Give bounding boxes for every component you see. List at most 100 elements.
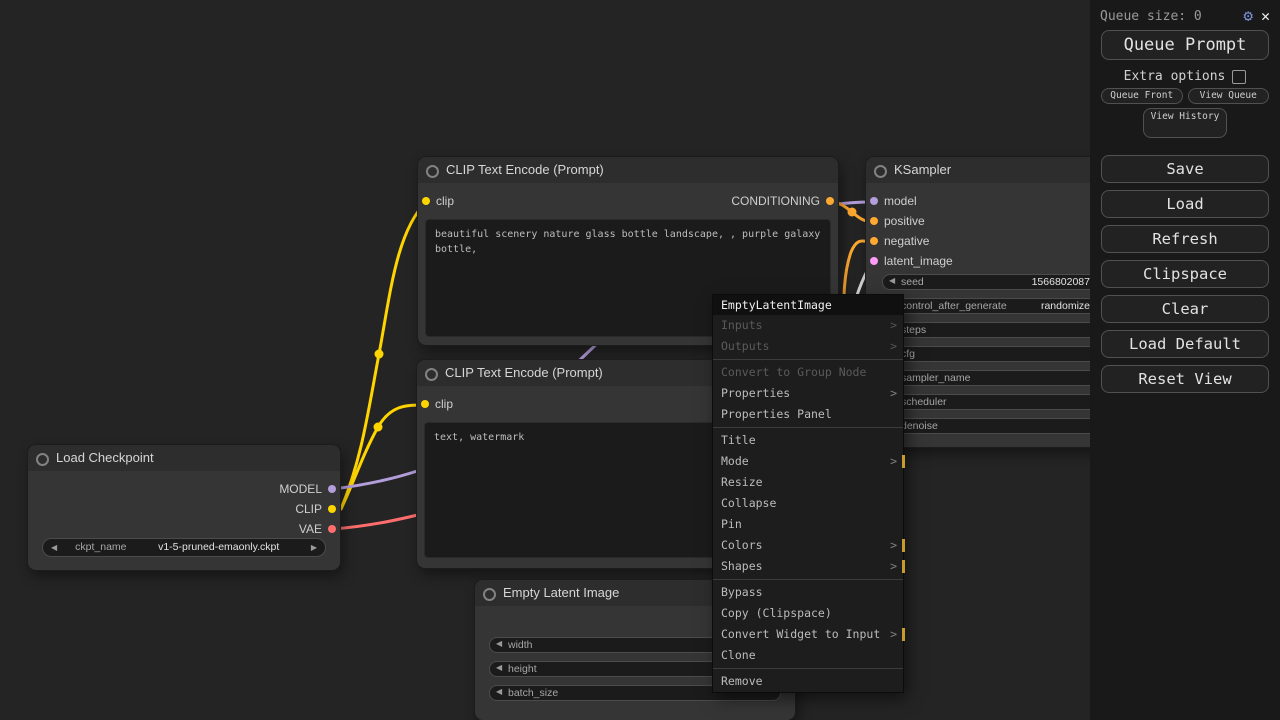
queue-buttons-row: Queue Front View Queue [1101,88,1269,104]
output-slot-conditioning[interactable]: CONDITIONING [731,193,834,209]
close-icon[interactable]: ✕ [1261,8,1270,24]
menu-separator [713,359,903,360]
queue-prompt-button[interactable]: Queue Prompt [1101,30,1269,60]
clear-button[interactable]: Clear [1101,295,1269,323]
menu-item-collapse[interactable]: Collapse [713,493,903,514]
menu-item-properties[interactable]: Properties [713,383,903,404]
sampler-name-widget[interactable]: ◀ sampler_name [882,370,1100,386]
menu-item-clone[interactable]: Clone [713,645,903,666]
output-slot-label: VAE [298,522,322,536]
menu-item-colors[interactable]: Colors [713,535,905,556]
menu-item-convert-widget-to-input[interactable]: Convert Widget to Input [713,624,905,645]
menu-item-shapes[interactable]: Shapes [713,556,905,577]
node-canvas[interactable]: CLIP Text Encode (Prompt) clip CONDITION… [0,0,1280,720]
node-title: Load Checkpoint [56,450,154,465]
menu-item-pin[interactable]: Pin [713,514,903,535]
submenu-tick-icon [902,455,905,468]
menu-item-resize[interactable]: Resize [713,472,903,493]
action-buttons: Save Load Refresh Clipspace Clear Load D… [1090,155,1280,393]
decrement-arrow-icon[interactable]: ◀ [496,687,502,696]
submenu-tick-icon [902,560,905,573]
seed-widget[interactable]: ◀ seed 1566802087 [882,274,1100,290]
decrement-arrow-icon[interactable]: ◀ [496,639,502,648]
wire-clip-to-bottom-encoder [339,403,426,511]
widget-label: cfg [901,348,916,360]
conditioning-port-icon[interactable] [870,217,878,225]
wire-clip-to-top-encoder [339,200,428,511]
steps-widget[interactable]: ◀ steps [882,322,1100,338]
widget-label: width [508,639,533,651]
load-default-button[interactable]: Load Default [1101,330,1269,358]
output-slot-model[interactable]: MODEL [279,481,336,497]
clipspace-button[interactable]: Clipspace [1101,260,1269,288]
input-slot-clip[interactable]: clip [421,396,453,412]
input-slot-latent-image[interactable]: latent_image [870,253,953,269]
vae-port-icon[interactable] [328,525,336,533]
input-slot-positive[interactable]: positive [870,213,925,229]
control-after-generate-widget[interactable]: ◀ control_after_generate randomize [882,298,1100,314]
output-slot-clip[interactable]: CLIP [295,501,336,517]
node-context-menu: EmptyLatentImage Inputs Outputs Convert … [713,295,905,692]
reset-view-button[interactable]: Reset View [1101,365,1269,393]
collapse-toggle-icon[interactable] [425,368,438,381]
decrement-arrow-icon[interactable]: ◀ [51,543,57,552]
node-ksampler[interactable]: KSampler model positive negative latent_… [866,157,1116,447]
comfy-menu-panel: Queue size: 0 ⚙ ✕ Queue Prompt Extra opt… [1090,0,1280,720]
widget-label: denoise [901,420,938,432]
collapse-toggle-icon[interactable] [426,165,439,178]
collapse-toggle-icon[interactable] [874,165,887,178]
queue-front-button[interactable]: Queue Front [1101,88,1183,104]
input-slot-label: clip [436,194,455,208]
ckpt-name-widget[interactable]: ◀ ckpt_name v1-5-pruned-emaonly.ckpt ▶ [42,538,326,557]
scheduler-widget[interactable]: ◀ scheduler [882,394,1100,410]
extra-options-label: Extra options [1123,69,1226,84]
menu-item-convert-to-group-node: Convert to Group Node [721,365,867,379]
increment-arrow-icon[interactable]: ▶ [311,543,317,552]
output-slot-label: MODEL [279,482,322,496]
widget-label: ckpt_name [75,541,127,553]
cfg-widget[interactable]: ◀ cfg [882,346,1100,362]
view-history-button[interactable]: View History [1143,108,1227,138]
menu-item-title[interactable]: Title [713,430,903,451]
input-slot-model[interactable]: model [870,193,917,209]
save-button[interactable]: Save [1101,155,1269,183]
menu-item-copy-clipspace[interactable]: Copy (Clipspace) [713,603,903,624]
queue-size-label: Queue size: 0 [1100,8,1202,24]
collapse-toggle-icon[interactable] [483,588,496,601]
node-title-bar: KSampler [866,157,1116,183]
latent-port-icon[interactable] [870,257,878,265]
decrement-arrow-icon[interactable]: ◀ [889,276,895,285]
model-port-icon[interactable] [870,197,878,205]
widget-label: seed [901,276,924,288]
input-slot-clip[interactable]: clip [422,193,454,209]
refresh-button[interactable]: Refresh [1101,225,1269,253]
link-dot [847,207,857,217]
menu-item-mode[interactable]: Mode [713,451,905,472]
submenu-tick-icon [902,628,905,641]
conditioning-port-icon[interactable] [826,197,834,205]
collapse-toggle-icon[interactable] [36,453,49,466]
link-dot [374,349,384,359]
load-button[interactable]: Load [1101,190,1269,218]
extra-options-checkbox[interactable] [1232,69,1247,84]
settings-gear-icon[interactable]: ⚙ [1243,8,1253,24]
submenu-tick-icon [902,539,905,552]
clip-port-icon[interactable] [328,505,336,513]
clip-port-icon[interactable] [421,400,429,408]
conditioning-port-icon[interactable] [870,237,878,245]
output-slot-vae[interactable]: VAE [299,521,336,537]
menu-item-remove[interactable]: Remove [713,671,903,692]
decrement-arrow-icon[interactable]: ◀ [496,663,502,672]
denoise-widget[interactable]: ◀ denoise [882,418,1100,434]
menu-item-properties-panel[interactable]: Properties Panel [713,404,903,425]
node-load-checkpoint[interactable]: Load Checkpoint MODEL CLIP VAE ◀ ckpt_na… [28,445,340,570]
model-port-icon[interactable] [328,485,336,493]
menu-item-bypass[interactable]: Bypass [713,582,903,603]
clip-port-icon[interactable] [422,197,430,205]
widget-value: 1566802087 [1031,276,1090,288]
input-slot-label: model [884,194,917,208]
context-menu-title: EmptyLatentImage [713,295,903,315]
link-dot [373,422,383,432]
view-queue-button[interactable]: View Queue [1187,88,1269,104]
input-slot-negative[interactable]: negative [870,233,929,249]
